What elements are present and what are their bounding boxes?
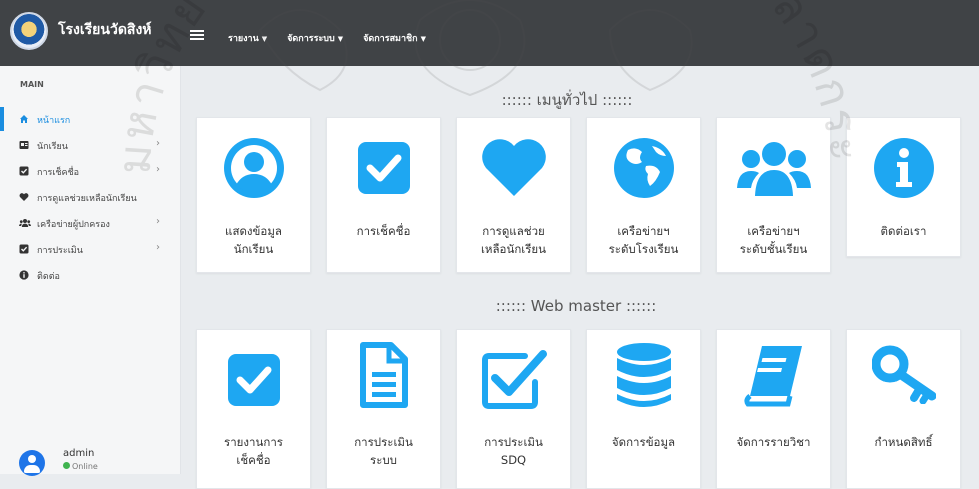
nav-menu-members[interactable]: จัดการสมาชิก ▼: [363, 31, 426, 45]
book-icon: [743, 344, 804, 412]
section-title-general: :::::: เมนูทั่วไป ::::::: [501, 91, 633, 109]
check-square-icon: [19, 244, 29, 254]
chevron-right-icon: ›: [156, 216, 160, 227]
brand[interactable]: โรงเรียนวัดสิงห์: [0, 0, 180, 66]
heart-icon: [19, 192, 29, 202]
menu-card-subject-management[interactable]: จัดการรายวิชา: [716, 329, 831, 489]
avatar: [19, 450, 45, 476]
chevron-right-icon: ›: [156, 138, 160, 149]
sidebar-item-home[interactable]: หน้าแรก: [0, 107, 180, 131]
id-card-icon: [19, 140, 29, 150]
top-navbar: โรงเรียนวัดสิงห์ รายงาน ▼ จัดการระบบ ▼ จัด…: [0, 0, 979, 66]
menu-card-system-evaluation[interactable]: การประเมิน ระบบ: [326, 329, 441, 489]
heart-icon: [480, 136, 548, 202]
menu-card-attendance-report[interactable]: รายงานการ เช็คชื่อ: [196, 329, 311, 489]
info-circle-icon: [19, 270, 29, 280]
sidebar-item-attendance[interactable]: การเช็คชื่อ ›: [0, 161, 180, 181]
file-text-icon: [359, 342, 409, 412]
check-square-icon: [19, 166, 29, 176]
school-logo: [10, 12, 48, 50]
sidebar-item-label: ติดต่อ: [37, 272, 60, 282]
globe-icon: [612, 136, 676, 204]
card-label: แสดงข้อมูล นักเรียน: [225, 224, 282, 256]
sidebar-item-parent-network[interactable]: เครือข่ายผู้ปกครอง ›: [0, 213, 180, 233]
caret-down-icon: ▼: [261, 35, 268, 43]
menu-card-sdq-evaluation[interactable]: การประเมิน SDQ: [456, 329, 571, 489]
sidebar-item-label: การเช็คชื่อ: [37, 168, 80, 178]
menu-card-school-network[interactable]: เครือข่ายฯ ระดับโรงเรียน: [586, 117, 701, 273]
sidebar-item-contact[interactable]: ติดต่อ: [0, 265, 180, 285]
card-label: กำหนดสิทธิ์: [874, 435, 933, 449]
menu-card-student-care[interactable]: การดูแลช่วย เหลือนักเรียน: [456, 117, 571, 273]
key-icon: [871, 344, 936, 408]
info-circle-icon: [872, 136, 936, 204]
sidebar-item-label: นักเรียน: [37, 142, 68, 152]
sidebar-item-label: การดูแลช่วยเหลือนักเรียน: [37, 194, 137, 204]
sidebar: MAIN หน้าแรก นักเรียน › การเช็คชื่อ › กา…: [0, 66, 181, 476]
menu-card-contact[interactable]: ติดต่อเรา: [846, 117, 961, 257]
sidebar-heading: MAIN: [20, 80, 44, 89]
menu-toggle-icon[interactable]: [190, 30, 204, 40]
active-indicator: [0, 107, 4, 131]
sidebar-item-student-care[interactable]: การดูแลช่วยเหลือนักเรียน: [0, 187, 180, 207]
nav-menu-report[interactable]: รายงาน ▼: [228, 31, 267, 45]
menu-card-student-info[interactable]: แสดงข้อมูล นักเรียน: [196, 117, 311, 273]
card-label: จัดการข้อมูล: [611, 435, 676, 449]
sidebar-item-label: เครือข่ายผู้ปกครอง: [37, 220, 110, 230]
check-box-outline-icon: [481, 346, 547, 414]
card-label: รายงานการ เช็คชื่อ: [224, 435, 283, 467]
nav-menu-system[interactable]: จัดการระบบ ▼: [287, 31, 343, 45]
card-label: การประเมิน SDQ: [484, 435, 543, 467]
brand-name: โรงเรียนวัดสิงห์: [58, 22, 152, 38]
user-name: admin: [63, 448, 95, 459]
sidebar-item-label: การประเมิน: [37, 246, 83, 256]
menu-card-attendance[interactable]: การเช็คชื่อ: [326, 117, 441, 273]
nav-menu: รายงาน ▼ จัดการระบบ ▼ จัดการสมาชิก ▼: [228, 31, 426, 45]
sidebar-item-label: หน้าแรก: [37, 116, 71, 126]
menu-card-permissions[interactable]: กำหนดสิทธิ์: [846, 329, 961, 489]
chevron-right-icon: ›: [156, 242, 160, 253]
card-label: เครือข่ายฯ ระดับโรงเรียน: [608, 224, 679, 256]
sidebar-item-students[interactable]: นักเรียน ›: [0, 135, 180, 155]
sidebar-item-evaluation[interactable]: การประเมิน ›: [0, 239, 180, 259]
menu-card-data-management[interactable]: จัดการข้อมูล: [586, 329, 701, 489]
card-label: จัดการรายวิชา: [736, 435, 811, 449]
user-status: Online: [63, 462, 98, 471]
check-square-icon: [226, 352, 282, 412]
menu-card-class-network[interactable]: เครือข่ายฯ ระดับชั้นเรียน: [716, 117, 831, 273]
card-label: เครือข่ายฯ ระดับชั้นเรียน: [739, 224, 808, 256]
caret-down-icon: ▼: [420, 35, 426, 43]
user-circle-icon: [222, 136, 286, 204]
card-label: การเช็คชื่อ: [356, 224, 411, 238]
online-dot-icon: [63, 462, 70, 469]
caret-down-icon: ▼: [337, 35, 344, 43]
card-label: การประเมิน ระบบ: [354, 435, 413, 467]
database-icon: [615, 342, 673, 414]
check-square-icon: [356, 140, 412, 200]
users-icon: [19, 218, 31, 228]
users-icon: [736, 138, 811, 202]
card-label: การดูแลช่วย เหลือนักเรียน: [481, 224, 546, 256]
home-icon: [19, 114, 29, 124]
card-label: ติดต่อเรา: [880, 224, 927, 238]
section-title-webmaster: :::::: Web master ::::::: [495, 297, 657, 315]
chevron-right-icon: ›: [156, 164, 160, 175]
